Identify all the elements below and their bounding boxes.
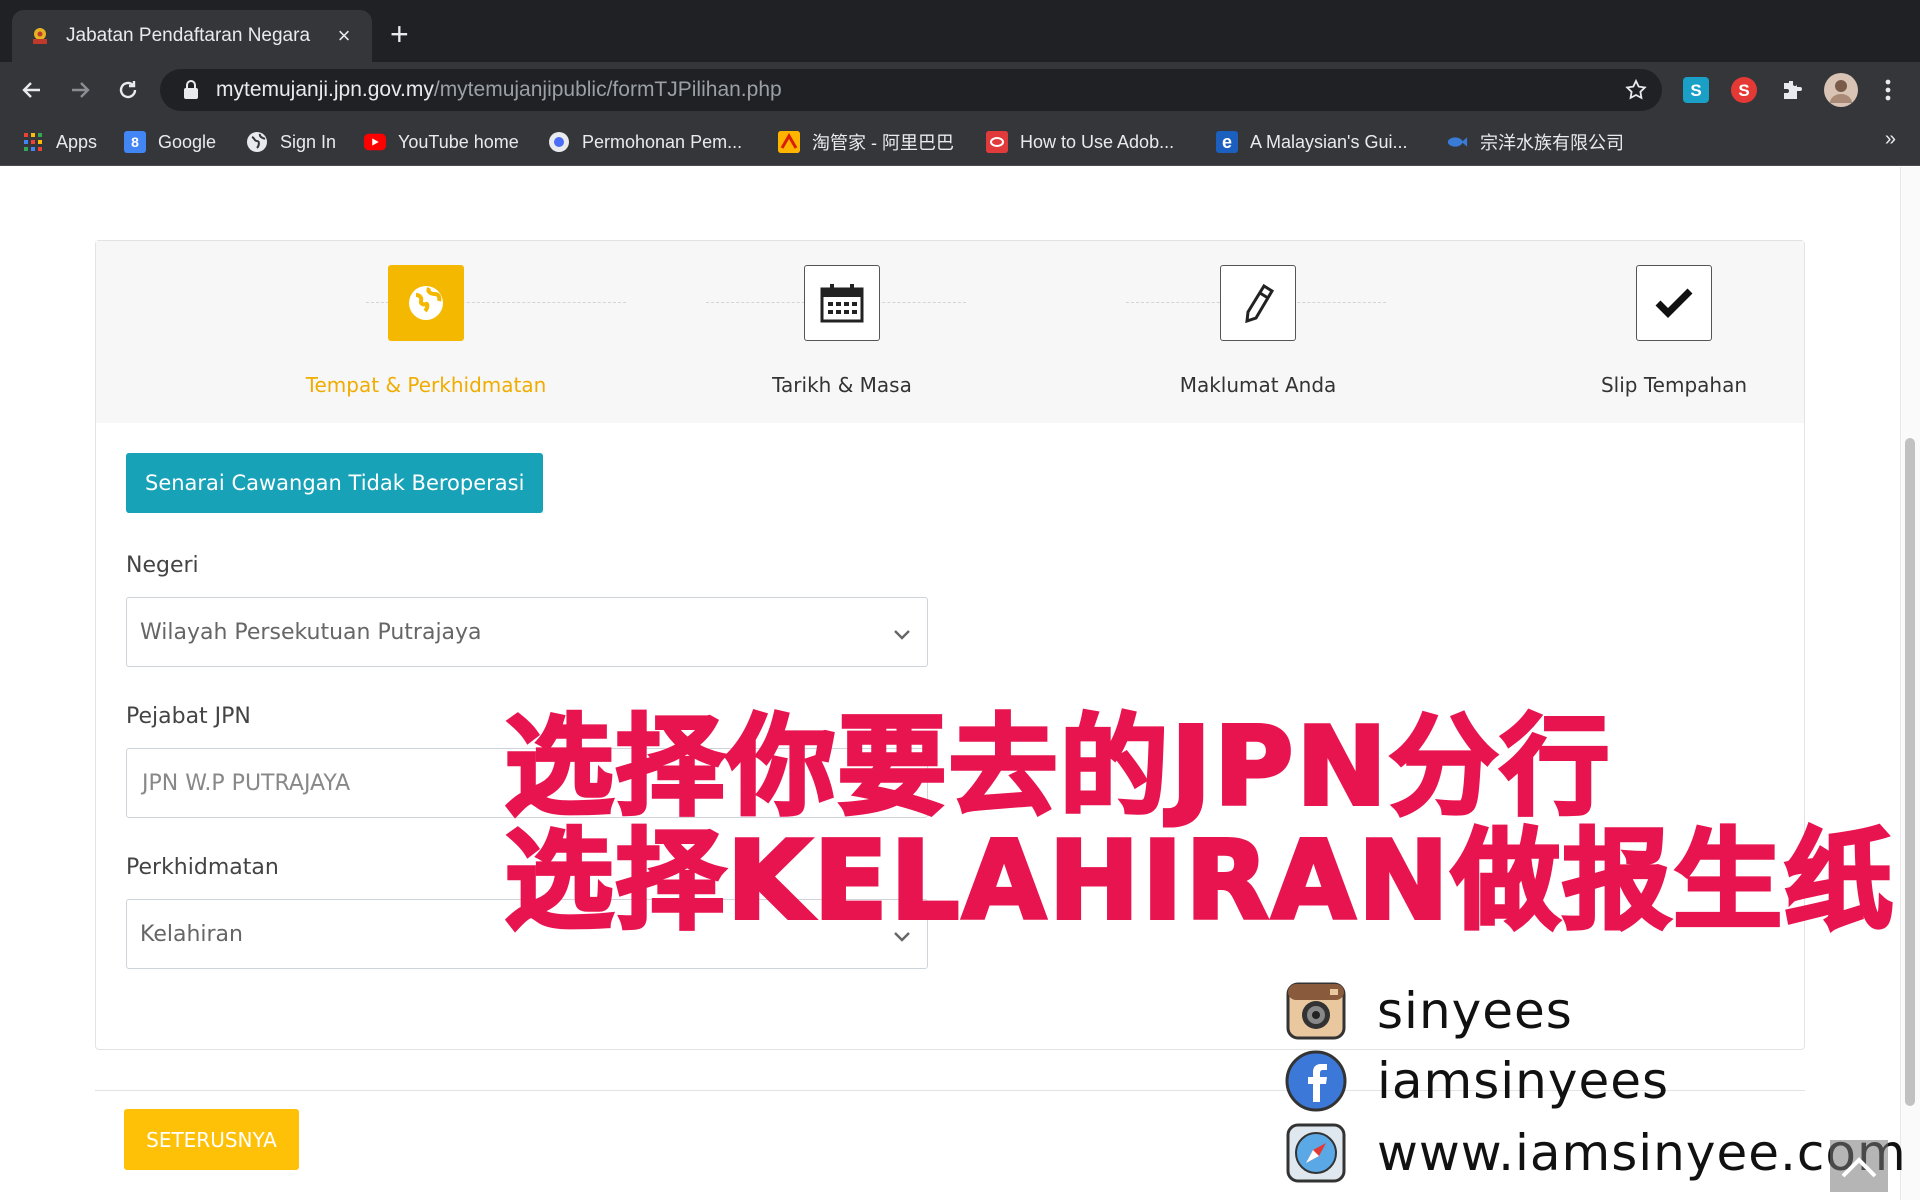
browser-menu-icon[interactable] <box>1874 76 1902 104</box>
bookmark-label: How to Use Adob... <box>1020 131 1175 152</box>
checkmark-icon <box>1636 265 1712 341</box>
social-instagram: sinyees <box>1285 980 1573 1042</box>
globe-icon <box>388 265 464 341</box>
extension-s-red-icon[interactable]: S <box>1730 76 1758 104</box>
instagram-icon <box>1285 980 1347 1042</box>
bookmark-malaysian-guide[interactable]: e A Malaysian's Gui... <box>1216 128 1408 156</box>
bookmark-label: A Malaysian's Gui... <box>1250 131 1408 152</box>
jpn-crest-icon <box>28 24 52 48</box>
pejabat-label: Pejabat JPN <box>126 704 251 729</box>
more-bookmarks-button[interactable]: » <box>1885 128 1896 151</box>
calendar-icon <box>804 265 880 341</box>
profile-avatar[interactable] <box>1824 73 1858 107</box>
bookmarks-bar: Apps 8 Google Sign In YouTube home Permo… <box>0 118 1920 166</box>
chevron-down-icon <box>893 622 911 647</box>
bookmark-label: Sign In <box>280 131 337 152</box>
url-host: mytemujanji.jpn.gov.my <box>216 78 434 101</box>
back-arrow-icon[interactable] <box>14 72 50 108</box>
extension-s-teal-icon[interactable]: S <box>1682 76 1710 104</box>
tab-close-icon[interactable]: × <box>332 23 356 49</box>
bookmark-label: 宗洋水族有限公司 <box>1480 133 1624 153</box>
website-url: www.iamsinyee.com <box>1377 1124 1907 1182</box>
step-maklumat-anda[interactable]: Maklumat Anda <box>1058 265 1458 397</box>
e-icon: e <box>1216 131 1238 153</box>
social-website: www.iamsinyee.com <box>1285 1122 1907 1184</box>
step-slip-tempahan[interactable]: Slip Tempahan <box>1474 265 1874 397</box>
chevron-up-icon <box>1841 1152 1877 1178</box>
negeri-select[interactable]: Wilayah Persekutuan Putrajaya <box>126 597 928 667</box>
step-tempat-perkhidmatan[interactable]: Tempat & Perkhidmatan <box>226 265 626 397</box>
extensions-puzzle-icon[interactable] <box>1778 76 1806 104</box>
bookmark-taoguanjia[interactable]: 淘管家 - 阿里巴巴 <box>778 128 954 156</box>
globe-icon <box>246 131 268 153</box>
new-tab-button[interactable]: + <box>390 18 409 50</box>
page-scrollbar-thumb[interactable] <box>1905 438 1915 1106</box>
youtube-icon <box>364 131 386 153</box>
perkhidmatan-label: Perkhidmatan <box>126 855 279 880</box>
forward-arrow-icon[interactable] <box>62 72 98 108</box>
bookmark-label: YouTube home <box>398 131 519 152</box>
address-bar[interactable]: mytemujanji.jpn.gov.my/mytemujanjipublic… <box>160 69 1662 111</box>
bookmark-label: Google <box>158 131 217 152</box>
tab-title: Jabatan Pendaftaran Negara <box>66 25 311 46</box>
instagram-handle: sinyees <box>1377 982 1573 1040</box>
step-label: Tempat & Perkhidmatan <box>305 373 547 397</box>
browser-toolbar: mytemujanji.jpn.gov.my/mytemujanjipublic… <box>0 62 1920 118</box>
bookmark-adobe[interactable]: How to Use Adob... <box>986 128 1174 156</box>
bookmark-sign-in[interactable]: Sign In <box>246 128 336 156</box>
next-button[interactable]: SETERUSNYA <box>124 1109 299 1170</box>
step-label: Slip Tempahan <box>1600 373 1748 397</box>
safari-compass-icon <box>1285 1122 1347 1184</box>
facebook-handle: iamsinyees <box>1377 1052 1670 1110</box>
bookmark-google[interactable]: 8 Google <box>124 128 216 156</box>
url-path: /mytemujanjipublic/formTJPilihan.php <box>433 78 782 101</box>
bookmark-star-icon[interactable] <box>1624 78 1648 107</box>
social-facebook: iamsinyees <box>1285 1050 1669 1112</box>
negeri-label: Negeri <box>126 553 199 578</box>
branch-closed-list-button[interactable]: Senarai Cawangan Tidak Beroperasi <box>126 453 544 513</box>
bookmark-apps[interactable]: Apps <box>22 128 97 156</box>
svg-text:S: S <box>1738 81 1749 100</box>
step-label: Tarikh & Masa <box>772 373 912 397</box>
overlay-caption-line-1: 选择你要去的JPN分行 <box>503 705 1612 830</box>
bookmark-label: Apps <box>56 131 98 152</box>
negeri-value: Wilayah Persekutuan Putrajaya <box>140 619 482 645</box>
bookmark-youtube[interactable]: YouTube home <box>364 128 519 156</box>
bookmark-label: Permohonan Pem... <box>582 131 743 152</box>
lock-icon[interactable] <box>180 79 202 101</box>
bookmark-zongyang[interactable]: 宗洋水族有限公司 <box>1446 128 1624 156</box>
svg-text:S: S <box>1690 81 1701 100</box>
taoguanjia-icon <box>778 131 800 153</box>
overlay-caption-line-2: 选择KELAHIRAN做报生纸 <box>503 819 1896 944</box>
step-label: Maklumat Anda <box>1179 373 1337 397</box>
bookmark-permohonan[interactable]: Permohonan Pem... <box>548 128 742 156</box>
google-sites-icon: 8 <box>124 131 146 153</box>
progress-stepper: Tempat & Perkhidmatan Tarikh & Masa Makl… <box>96 241 1804 423</box>
pejabat-value: JPN W.P PUTRAJAYA <box>142 770 351 796</box>
facebook-icon <box>1285 1050 1347 1112</box>
browser-tab-active[interactable]: Jabatan Pendaftaran Negara × <box>12 10 372 62</box>
back-to-top-button[interactable] <box>1830 1140 1888 1192</box>
apps-grid-icon <box>22 131 44 153</box>
adobe-icon <box>986 131 1008 153</box>
pencil-icon <box>1220 265 1296 341</box>
fish-icon <box>1446 131 1468 153</box>
step-tarikh-masa[interactable]: Tarikh & Masa <box>642 265 1042 397</box>
browser-tab-strip: Jabatan Pendaftaran Negara × + <box>0 0 1920 62</box>
perkhidmatan-value: Kelahiran <box>140 921 243 947</box>
circle-icon <box>548 131 570 153</box>
bookmark-label: 淘管家 - 阿里巴巴 <box>812 133 954 153</box>
reload-icon[interactable] <box>110 72 146 108</box>
